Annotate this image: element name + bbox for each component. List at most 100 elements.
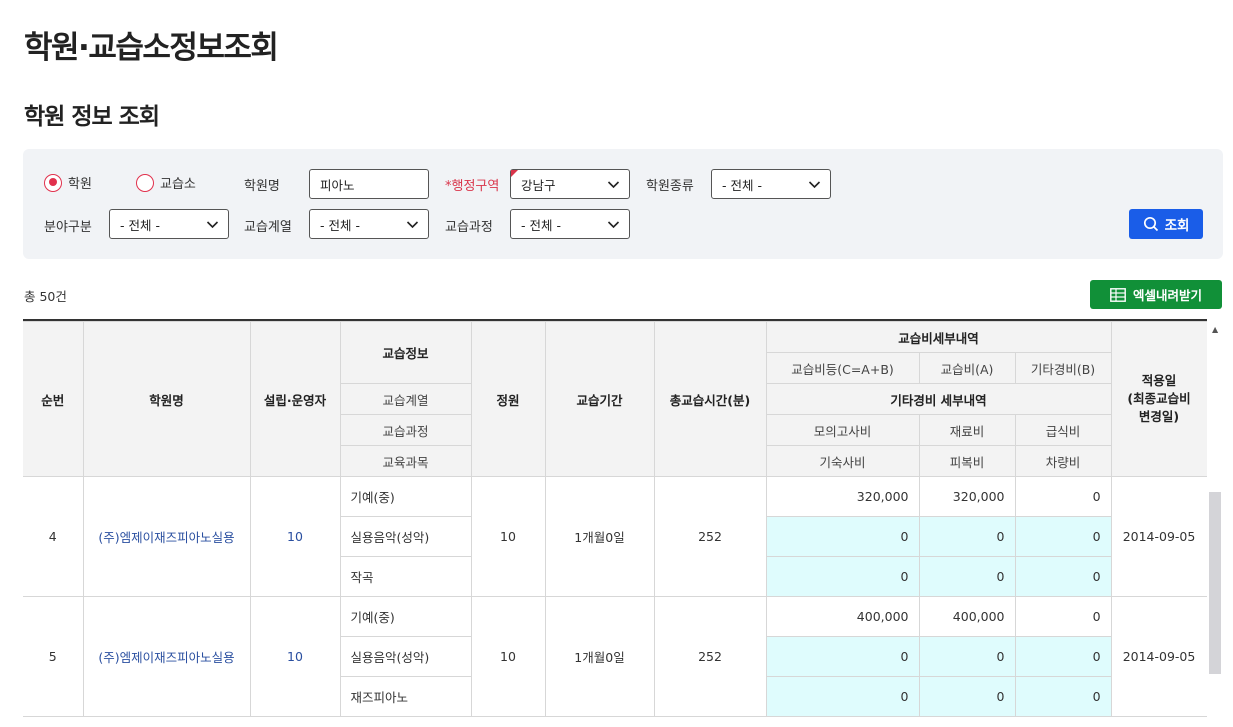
material-cell: 0 bbox=[918, 636, 1016, 677]
search-button-label: 조회 bbox=[1164, 218, 1190, 234]
table-row: 5 (주)엠제이재즈피아노실용 10 기예(중) 10 1개월0일 252 40… bbox=[23, 596, 1207, 717]
radio-tutoring-label: 교습소 bbox=[160, 177, 196, 192]
lesson-cell: 기예(중) bbox=[339, 596, 472, 637]
field-select[interactable]: - 전체 - bbox=[109, 209, 229, 239]
col-vehicle: 차량비 bbox=[1014, 445, 1112, 477]
radio-selected-icon bbox=[44, 173, 62, 192]
chevron-down-icon bbox=[607, 221, 620, 229]
col-fee-a: 교습비(A) bbox=[918, 352, 1016, 384]
fee-a-cell: 320,000 bbox=[918, 476, 1016, 517]
course-value: - 전체 - bbox=[521, 217, 561, 233]
fee-b-cell: 0 bbox=[1014, 476, 1112, 517]
lesson-cell: 실용음악(성악) bbox=[340, 516, 472, 557]
col-period: 교습기간 bbox=[544, 321, 655, 477]
district-select[interactable]: 강남구 bbox=[510, 169, 630, 199]
district-label: *행정구역 bbox=[445, 179, 500, 194]
academy-name-value: 피아노 bbox=[320, 177, 355, 193]
excel-download-label: 엑셀내려받기 bbox=[1132, 288, 1202, 303]
spreadsheet-icon bbox=[1110, 287, 1126, 302]
vehicle-cell: 0 bbox=[1014, 556, 1112, 597]
col-fee-total: 교습비등(C=A+B) bbox=[766, 352, 920, 384]
academy-table: 순번 학원명 설립·운영자 교습정보 정원 교습기간 총교습시간(분) 교습비세… bbox=[23, 319, 1207, 727]
col-lesson-course: 교습과정 bbox=[340, 414, 472, 446]
col-meal: 급식비 bbox=[1014, 414, 1112, 446]
district-value: 강남구 bbox=[521, 177, 556, 193]
table-scrollbar[interactable]: ▲ bbox=[1208, 320, 1223, 727]
col-name: 학원명 bbox=[82, 321, 251, 477]
col-fee-detail: 교습비세부내역 bbox=[765, 321, 1112, 353]
excel-download-button[interactable]: 엑셀내려받기 bbox=[1090, 280, 1222, 309]
chevron-down-icon bbox=[808, 181, 821, 189]
academy-type-label: 학원종류 bbox=[646, 179, 694, 194]
academy-name-link[interactable]: (주)엠제이재즈피아노실용 bbox=[82, 596, 251, 717]
vehicle-cell: 0 bbox=[1014, 676, 1112, 717]
search-panel: 학원 교습소 학원명 피아노 *행정구역 강남구 학원종류 - 전체 - 분야구… bbox=[23, 149, 1223, 259]
section-title: 학원 정보 조회 bbox=[24, 104, 160, 130]
founder-link[interactable]: 10 bbox=[249, 596, 341, 717]
search-icon bbox=[1143, 216, 1158, 232]
uniform-cell: 0 bbox=[918, 676, 1016, 717]
period-cell: 1개월0일 bbox=[544, 476, 655, 597]
lesson-cell: 재즈피아노 bbox=[340, 676, 472, 717]
seq-cell: 5 bbox=[23, 596, 84, 717]
total-time-cell: 252 bbox=[653, 596, 767, 717]
series-label: 교습계열 bbox=[244, 220, 292, 235]
material-cell: 0 bbox=[918, 516, 1016, 557]
col-lesson-subject: 교육과목 bbox=[340, 445, 472, 477]
fee-a-cell: 400,000 bbox=[918, 596, 1016, 637]
field-label: 분야구분 bbox=[44, 220, 92, 235]
table-row: 4 (주)엠제이재즈피아노실용 10 기예(중) 10 1개월0일 252 32… bbox=[23, 476, 1207, 597]
col-mock-exam: 모의고사비 bbox=[765, 414, 920, 446]
col-lesson-series: 교습계열 bbox=[340, 383, 472, 415]
apply-date-cell: 2014-09-05 bbox=[1110, 596, 1207, 717]
series-select[interactable]: - 전체 - bbox=[309, 209, 429, 239]
scrollbar-thumb[interactable] bbox=[1209, 492, 1221, 674]
page-title: 학원·교습소정보조회 bbox=[24, 30, 279, 66]
apply-date-cell: 2014-09-05 bbox=[1110, 476, 1207, 597]
academy-name-label: 학원명 bbox=[244, 179, 280, 194]
academy-name-input[interactable]: 피아노 bbox=[309, 169, 429, 199]
required-mark-icon bbox=[511, 170, 518, 177]
academy-type-select[interactable]: - 전체 - bbox=[711, 169, 831, 199]
chevron-down-icon bbox=[406, 221, 419, 229]
capacity-cell: 10 bbox=[470, 596, 546, 717]
academy-type-value: - 전체 - bbox=[722, 177, 762, 193]
search-button[interactable]: 조회 bbox=[1129, 209, 1203, 239]
dorm-cell: 0 bbox=[765, 676, 920, 717]
col-seq: 순번 bbox=[23, 321, 84, 477]
academy-name-link[interactable]: (주)엠제이재즈피아노실용 bbox=[82, 476, 251, 597]
radio-unselected-icon bbox=[136, 173, 154, 192]
radio-academy[interactable]: 학원 bbox=[44, 173, 92, 192]
chevron-down-icon bbox=[206, 221, 219, 229]
period-cell: 1개월0일 bbox=[544, 596, 655, 717]
fee-b-cell: 0 bbox=[1014, 596, 1112, 637]
mock-exam-cell: 0 bbox=[765, 636, 920, 677]
meal-cell: 0 bbox=[1014, 516, 1112, 557]
col-capacity: 정원 bbox=[470, 321, 546, 477]
course-select[interactable]: - 전체 - bbox=[510, 209, 630, 239]
fee-total-cell: 320,000 bbox=[765, 476, 920, 517]
series-value: - 전체 - bbox=[320, 217, 360, 233]
course-label: 교습과정 bbox=[445, 220, 493, 235]
scroll-up-icon[interactable]: ▲ bbox=[1212, 325, 1218, 334]
total-time-cell: 252 bbox=[653, 476, 767, 597]
uniform-cell: 0 bbox=[918, 556, 1016, 597]
col-fee-b: 기타경비(B) bbox=[1014, 352, 1112, 384]
lesson-cell: 작곡 bbox=[340, 556, 472, 597]
capacity-cell: 10 bbox=[470, 476, 546, 597]
chevron-down-icon bbox=[607, 181, 620, 189]
col-apply-date: 적용일 (최종교습비 변경일) bbox=[1110, 321, 1207, 477]
total-count: 총 50건 bbox=[24, 289, 67, 304]
col-material: 재료비 bbox=[918, 414, 1016, 446]
founder-link[interactable]: 10 bbox=[249, 476, 341, 597]
meal-cell: 0 bbox=[1014, 636, 1112, 677]
fee-total-cell: 400,000 bbox=[765, 596, 920, 637]
col-lesson-info: 교습정보 bbox=[339, 321, 472, 384]
col-other-detail: 기타경비 세부내역 bbox=[765, 383, 1112, 415]
radio-tutoring[interactable]: 교습소 bbox=[136, 173, 196, 192]
lesson-cell: 실용음악(성악) bbox=[340, 636, 472, 677]
seq-cell: 4 bbox=[23, 476, 84, 597]
lesson-cell: 기예(중) bbox=[339, 476, 472, 517]
col-founder: 설립·운영자 bbox=[249, 321, 341, 477]
col-total-time: 총교습시간(분) bbox=[653, 321, 767, 477]
